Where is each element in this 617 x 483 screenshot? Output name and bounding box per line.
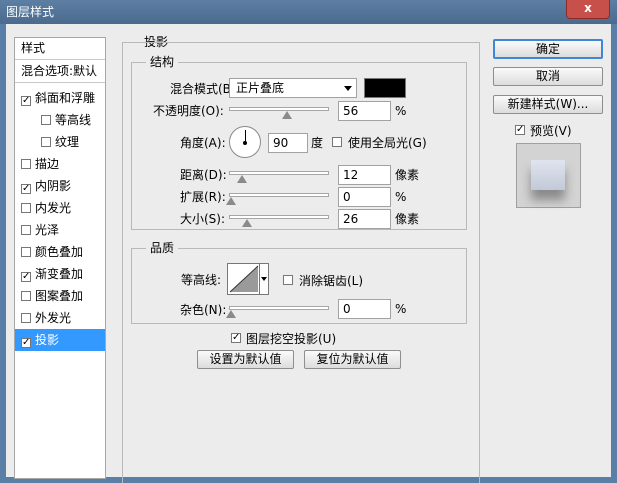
style-item-label: 斜面和浮雕 bbox=[35, 91, 96, 105]
distance-slider-thumb[interactable] bbox=[237, 175, 247, 183]
style-item-checkbox[interactable] bbox=[21, 313, 31, 323]
style-item[interactable]: ✓ 内阴影 bbox=[15, 175, 105, 197]
spread-unit: % bbox=[395, 190, 407, 204]
distance-label: 距离(D): bbox=[180, 168, 227, 182]
style-item-label: 纹理 bbox=[55, 135, 80, 149]
window-title: 图层样式 bbox=[6, 5, 55, 19]
spread-label: 扩展(R): bbox=[180, 190, 226, 204]
style-item[interactable]: 内发光 bbox=[15, 197, 105, 219]
style-item-checkbox[interactable] bbox=[41, 137, 51, 147]
global-light-label: 使用全局光(G) bbox=[348, 136, 427, 150]
style-item-label: 等高线 bbox=[55, 113, 92, 127]
style-item-checkbox[interactable] bbox=[21, 247, 31, 257]
angle-label: 角度(A): bbox=[180, 136, 226, 150]
reset-default-button[interactable]: 复位为默认值 bbox=[304, 350, 401, 369]
style-item-checkbox[interactable] bbox=[21, 159, 31, 169]
noise-input[interactable]: 0 bbox=[338, 299, 391, 319]
ok-button[interactable]: 确定 bbox=[493, 39, 603, 59]
style-item-label: 内发光 bbox=[35, 201, 72, 215]
blend-mode-value: 正片叠底 bbox=[236, 81, 285, 95]
style-item-label: 外发光 bbox=[35, 311, 72, 325]
new-style-button[interactable]: 新建样式(W)... bbox=[493, 95, 603, 114]
style-item-label: 光泽 bbox=[35, 223, 60, 237]
angle-unit: 度 bbox=[311, 136, 324, 150]
contour-label: 等高线: bbox=[181, 273, 222, 287]
spread-slider-thumb[interactable] bbox=[226, 197, 236, 205]
style-list: 样式 混合选项:默认 ✓ 斜面和浮雕等高线纹理描边 ✓ 内阴影内发光光泽颜色叠加 ✓ 渐变… bbox=[14, 37, 106, 479]
style-item[interactable]: 图案叠加 bbox=[15, 285, 105, 307]
title-bar: 图层样式 x bbox=[0, 0, 617, 24]
noise-unit: % bbox=[395, 302, 407, 316]
global-light-checkbox[interactable] bbox=[332, 137, 342, 147]
style-item-checkbox[interactable] bbox=[21, 291, 31, 301]
antialias-label: 消除锯齿(L) bbox=[299, 274, 364, 288]
style-item-label: 渐变叠加 bbox=[35, 267, 84, 281]
chevron-down-icon bbox=[344, 86, 352, 91]
style-item-checkbox[interactable]: ✓ bbox=[21, 272, 31, 282]
noise-slider[interactable] bbox=[229, 306, 329, 310]
style-item-label: 投影 bbox=[35, 333, 60, 347]
style-item[interactable]: 外发光 bbox=[15, 307, 105, 329]
style-item[interactable]: ✓ 斜面和浮雕 bbox=[15, 87, 105, 109]
style-item-label: 颜色叠加 bbox=[35, 245, 84, 259]
set-default-button[interactable]: 设置为默认值 bbox=[197, 350, 294, 369]
style-item-checkbox[interactable]: ✓ bbox=[21, 338, 31, 348]
shadow-color-swatch[interactable] bbox=[364, 78, 406, 98]
style-item-checkbox[interactable]: ✓ bbox=[21, 184, 31, 194]
size-slider-thumb[interactable] bbox=[242, 219, 252, 227]
close-button[interactable]: x bbox=[566, 0, 610, 19]
style-item[interactable]: 纹理 bbox=[15, 131, 105, 153]
antialias-checkbox[interactable] bbox=[283, 275, 293, 285]
opacity-slider[interactable] bbox=[229, 107, 329, 111]
quality-title: 品质 bbox=[146, 241, 179, 255]
opacity-label: 不透明度(O): bbox=[153, 104, 224, 118]
style-item[interactable]: 等高线 bbox=[15, 109, 105, 131]
style-item-checkbox[interactable] bbox=[41, 115, 51, 125]
angle-dial[interactable] bbox=[229, 126, 261, 158]
spread-input[interactable]: 0 bbox=[338, 187, 391, 207]
size-input[interactable]: 26 bbox=[338, 209, 391, 229]
style-item-label: 内阴影 bbox=[35, 179, 72, 193]
blend-mode-select[interactable]: 正片叠底 bbox=[229, 78, 357, 98]
style-item-label: 描边 bbox=[35, 157, 60, 171]
opacity-unit: % bbox=[395, 104, 407, 118]
style-item[interactable]: 颜色叠加 bbox=[15, 241, 105, 263]
size-label: 大小(S): bbox=[180, 212, 226, 226]
structure-title: 结构 bbox=[146, 55, 179, 69]
style-item-checkbox[interactable]: ✓ bbox=[21, 96, 31, 106]
style-item-checkbox[interactable] bbox=[21, 203, 31, 213]
opacity-slider-thumb[interactable] bbox=[282, 111, 292, 119]
knockout-checkbox[interactable]: ✓ bbox=[231, 333, 241, 343]
spread-slider[interactable] bbox=[229, 193, 329, 197]
noise-label: 杂色(N): bbox=[180, 303, 227, 317]
angle-input[interactable]: 90 bbox=[268, 133, 308, 153]
opacity-input[interactable]: 56 bbox=[338, 101, 391, 121]
contour-curve-icon bbox=[229, 265, 259, 293]
styles-header[interactable]: 样式 bbox=[15, 38, 105, 60]
style-item[interactable]: 光泽 bbox=[15, 219, 105, 241]
style-item-checkbox[interactable] bbox=[21, 225, 31, 235]
cancel-button[interactable]: 取消 bbox=[493, 67, 603, 86]
style-item[interactable]: ✓ 渐变叠加 bbox=[15, 263, 105, 285]
distance-unit: 像素 bbox=[395, 168, 420, 182]
chevron-down-icon bbox=[261, 277, 267, 281]
size-unit: 像素 bbox=[395, 212, 420, 226]
contour-picker[interactable] bbox=[227, 263, 269, 295]
style-item-label: 图案叠加 bbox=[35, 289, 84, 303]
noise-slider-thumb[interactable] bbox=[226, 310, 236, 318]
distance-input[interactable]: 12 bbox=[338, 165, 391, 185]
knockout-label: 图层挖空投影(U) bbox=[246, 332, 337, 346]
blend-options-item[interactable]: 混合选项:默认 bbox=[15, 61, 105, 83]
style-item[interactable]: 描边 bbox=[15, 153, 105, 175]
style-item[interactable]: ✓ 投影 bbox=[15, 329, 105, 351]
style-preview-thumbnail bbox=[516, 143, 581, 208]
preview-checkbox[interactable]: ✓ bbox=[515, 125, 525, 135]
preview-label: 预览(V) bbox=[530, 124, 572, 138]
